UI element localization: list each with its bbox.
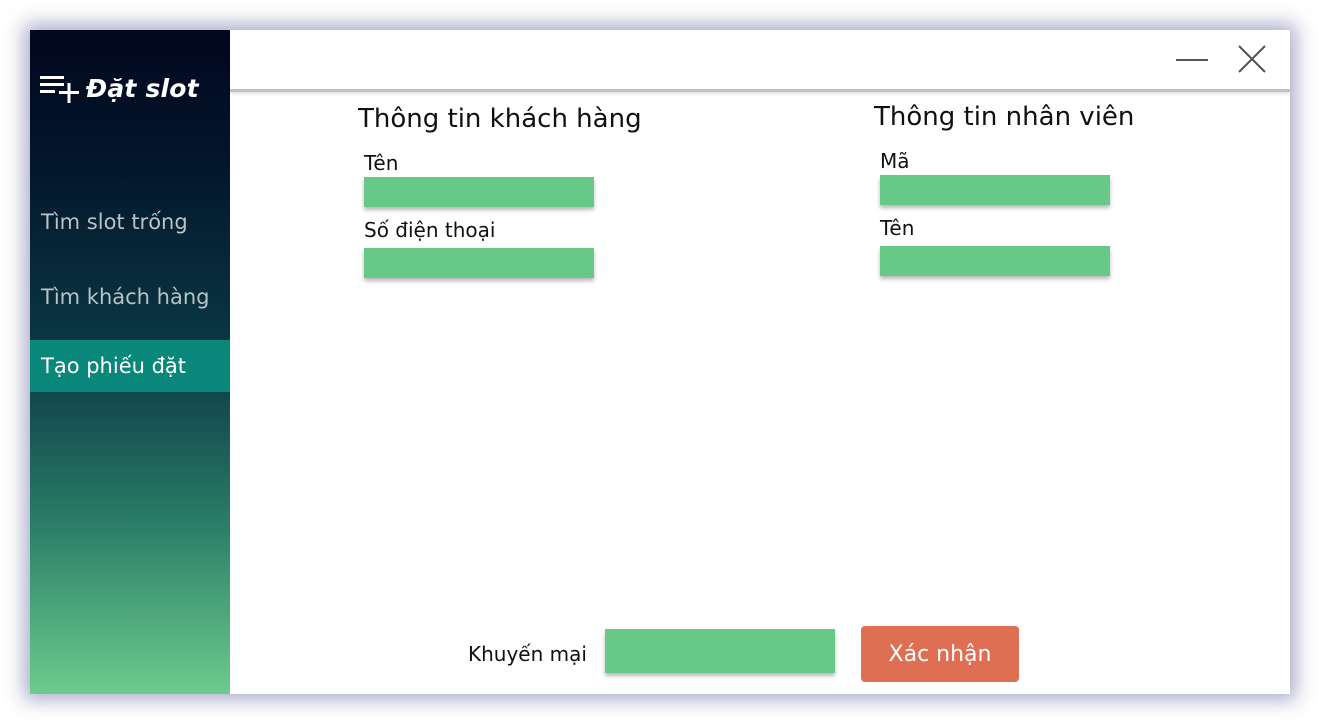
sidebar-item-find-customer[interactable]: Tìm khách hàng <box>30 271 230 323</box>
app-window: Đặt slot Tìm slot trống Tìm khách hàng T… <box>30 30 1290 694</box>
employee-info-title: Thông tin nhân viên <box>874 102 1135 132</box>
playlist-add-icon <box>40 76 79 103</box>
app-title: Đặt slot <box>86 73 199 103</box>
confirm-button[interactable]: Xác nhận <box>861 626 1019 682</box>
customer-name-input[interactable] <box>364 177 594 207</box>
employee-code-label: Mã <box>880 149 910 173</box>
customer-phone-label: Số điện thoại <box>364 218 496 242</box>
customer-phone-input[interactable] <box>364 248 594 278</box>
sidebar: Đặt slot Tìm slot trống Tìm khách hàng T… <box>30 30 230 694</box>
promo-label: Khuyến mại <box>468 642 587 666</box>
app-logo: Đặt slot <box>40 68 199 108</box>
minimize-icon[interactable] <box>1172 40 1212 80</box>
customer-name-label: Tên <box>364 151 399 175</box>
close-icon[interactable] <box>1232 40 1272 80</box>
employee-name-label: Tên <box>880 216 915 240</box>
sidebar-item-find-slot[interactable]: Tìm slot trống <box>30 196 230 248</box>
employee-code-input[interactable] <box>880 175 1110 205</box>
employee-name-input[interactable] <box>880 246 1110 276</box>
promo-input[interactable] <box>605 629 835 673</box>
sidebar-item-create-booking[interactable]: Tạo phiếu đặt <box>30 340 230 392</box>
customer-info-title: Thông tin khách hàng <box>358 104 642 134</box>
title-bar <box>230 30 1290 92</box>
